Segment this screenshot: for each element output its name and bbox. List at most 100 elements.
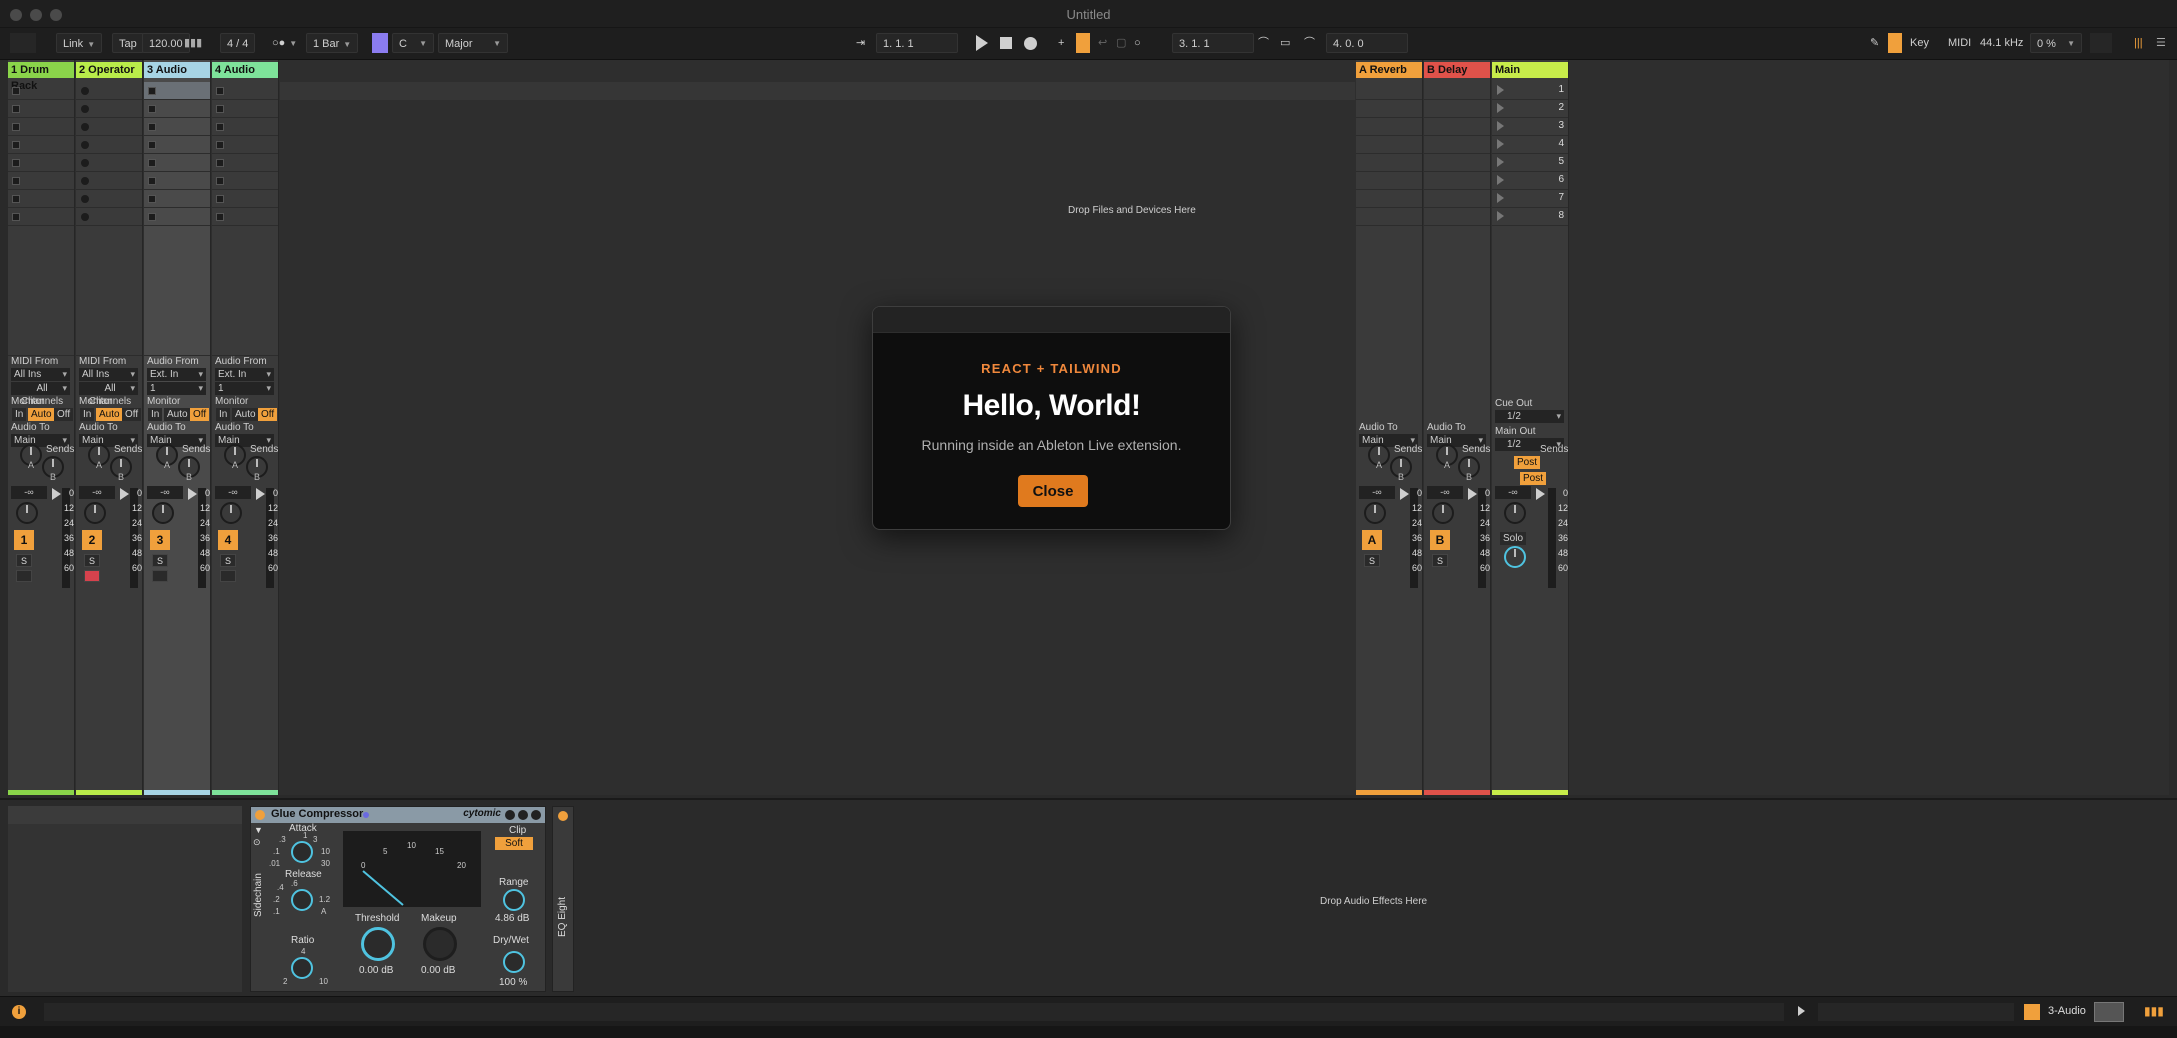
stop-button[interactable] [1000, 37, 1012, 49]
track-activator-button[interactable]: 2 [82, 530, 102, 550]
makeup-knob[interactable] [423, 927, 457, 961]
io-channel-select[interactable]: All Channels [11, 382, 70, 407]
clip-slot[interactable] [212, 154, 278, 172]
release-knob[interactable] [291, 889, 313, 911]
ratio-knob[interactable] [291, 957, 313, 979]
key-select[interactable]: C ▼ [392, 33, 434, 53]
key-map-icon[interactable] [1888, 33, 1902, 53]
clip-slot[interactable] [8, 118, 74, 136]
volume-field[interactable]: -∞ [147, 486, 183, 499]
overview-icon[interactable] [2090, 33, 2112, 53]
punch-out-icon[interactable]: ⌒ [1304, 33, 1315, 53]
loop-start-field[interactable]: 3. 1. 1 [1172, 33, 1254, 53]
clip-slot[interactable] [76, 82, 142, 100]
arm-button[interactable] [152, 570, 168, 582]
clip-slot[interactable] [212, 118, 278, 136]
drywet-knob[interactable] [503, 951, 525, 973]
io-channel-select[interactable]: 1 [147, 382, 206, 395]
clip-slot[interactable] [76, 208, 142, 226]
clip-slot[interactable] [144, 154, 210, 172]
clip-slot[interactable] [8, 82, 74, 100]
midi-map-button[interactable]: MIDI [1948, 33, 1971, 53]
arrangement-position-field[interactable]: 1. 1. 1 [876, 33, 958, 53]
collapse-icon[interactable]: ▼ [254, 825, 263, 835]
volume-field[interactable]: -∞ [79, 486, 115, 499]
device-settings-icon[interactable]: ⊙ [253, 837, 261, 848]
track-activator-button[interactable]: 3 [150, 530, 170, 550]
device-on-icon[interactable] [558, 811, 568, 821]
track-header[interactable]: 3 Audio [144, 62, 210, 78]
monitor-in-button[interactable]: In [148, 408, 163, 421]
io-channel-select[interactable]: All Channels [79, 382, 138, 407]
clip-slot[interactable] [76, 100, 142, 118]
track-header[interactable]: 4 Audio [212, 62, 278, 78]
link-button[interactable]: Link ▼ [56, 33, 103, 53]
stop-clips-button[interactable] [76, 342, 142, 356]
monitor-off-button[interactable]: Off [122, 408, 142, 421]
clip-slot[interactable] [76, 172, 142, 190]
volume-field[interactable]: -∞ [1359, 486, 1395, 499]
io-from-select[interactable]: Ext. In [215, 368, 274, 381]
arm-button[interactable] [84, 570, 100, 582]
clip-slot[interactable] [212, 190, 278, 208]
loop-icon[interactable]: ▭ [1280, 33, 1290, 53]
monitor-off-button[interactable]: Off [258, 408, 278, 421]
solo-button[interactable]: S [84, 554, 100, 567]
solo-button[interactable]: S [220, 554, 236, 567]
close-button[interactable]: Close [1018, 475, 1088, 507]
solo-button[interactable]: S [1364, 554, 1380, 567]
re-enable-automation-icon[interactable]: ↩ [1098, 33, 1107, 53]
soft-clip-button[interactable]: Soft [495, 837, 533, 850]
clip-slot[interactable] [144, 172, 210, 190]
loop-length-field[interactable]: 4. 0. 0 [1326, 33, 1408, 53]
clip-slot[interactable] [144, 208, 210, 226]
monitor-auto-button[interactable]: Auto [232, 408, 259, 421]
return-activator-button[interactable]: B [1430, 530, 1450, 550]
io-channel-select[interactable]: 1 [215, 382, 274, 395]
arm-button[interactable] [220, 570, 236, 582]
warning-icon[interactable] [2024, 1004, 2040, 1020]
post-button[interactable]: Post [1520, 472, 1547, 485]
threshold-value[interactable]: 0.00 dB [359, 965, 393, 976]
scale-select[interactable]: Major ▼ [438, 33, 508, 53]
device-menu-icon[interactable] [531, 810, 541, 820]
scene-launch[interactable]: 4 [1492, 136, 1568, 154]
sidechain-toggle[interactable]: Sidechain [253, 873, 264, 917]
metronome-icon[interactable]: ○● ▼ [272, 33, 297, 53]
clip-slot[interactable] [212, 136, 278, 154]
view-arrangement-icon[interactable]: ☰ [2156, 33, 2166, 53]
punch-in-icon[interactable]: ⌒ [1258, 33, 1269, 53]
clip-slot[interactable] [76, 154, 142, 172]
io-from-select[interactable]: All Ins [11, 368, 70, 381]
scene-launch[interactable]: 1 [1492, 82, 1568, 100]
scale-mode-icon[interactable] [372, 33, 388, 53]
capture-midi-icon[interactable]: ▢ [1116, 33, 1126, 53]
track-header[interactable]: 1 Drum Rack [8, 62, 74, 92]
stop-clips-button[interactable] [212, 342, 278, 356]
volume-field[interactable]: -∞ [215, 486, 251, 499]
drop-effects-area[interactable]: Drop Audio Effects Here [1320, 896, 1427, 907]
clip-slot[interactable] [144, 190, 210, 208]
automation-arm-icon[interactable] [1076, 33, 1090, 53]
solo-button[interactable]: S [16, 554, 32, 567]
clip-slot[interactable] [8, 136, 74, 154]
range-knob[interactable] [503, 889, 525, 911]
track-activator-button[interactable]: 4 [218, 530, 238, 550]
clip-slot[interactable] [212, 82, 278, 100]
scene-launch[interactable]: 5 [1492, 154, 1568, 172]
monitor-in-button[interactable]: In [80, 408, 95, 421]
clip-slot[interactable] [76, 136, 142, 154]
arm-button[interactable] [16, 570, 32, 582]
clip-slot[interactable] [212, 172, 278, 190]
scene-launch[interactable]: 2 [1492, 100, 1568, 118]
key-map-button[interactable]: Key [1910, 33, 1929, 53]
makeup-value[interactable]: 0.00 dB [421, 965, 455, 976]
cue-out-select[interactable]: 1/2 [1495, 410, 1564, 423]
drywet-value[interactable]: 100 % [499, 977, 527, 988]
scene-launch[interactable]: 3 [1492, 118, 1568, 136]
pan-knob[interactable] [1432, 502, 1454, 524]
cue-volume-knob[interactable] [1504, 546, 1526, 568]
view-toggle-icon[interactable]: ▮▮▮ [2144, 1004, 2164, 1018]
pan-knob[interactable] [84, 502, 106, 524]
return-activator-button[interactable]: A [1362, 530, 1382, 550]
